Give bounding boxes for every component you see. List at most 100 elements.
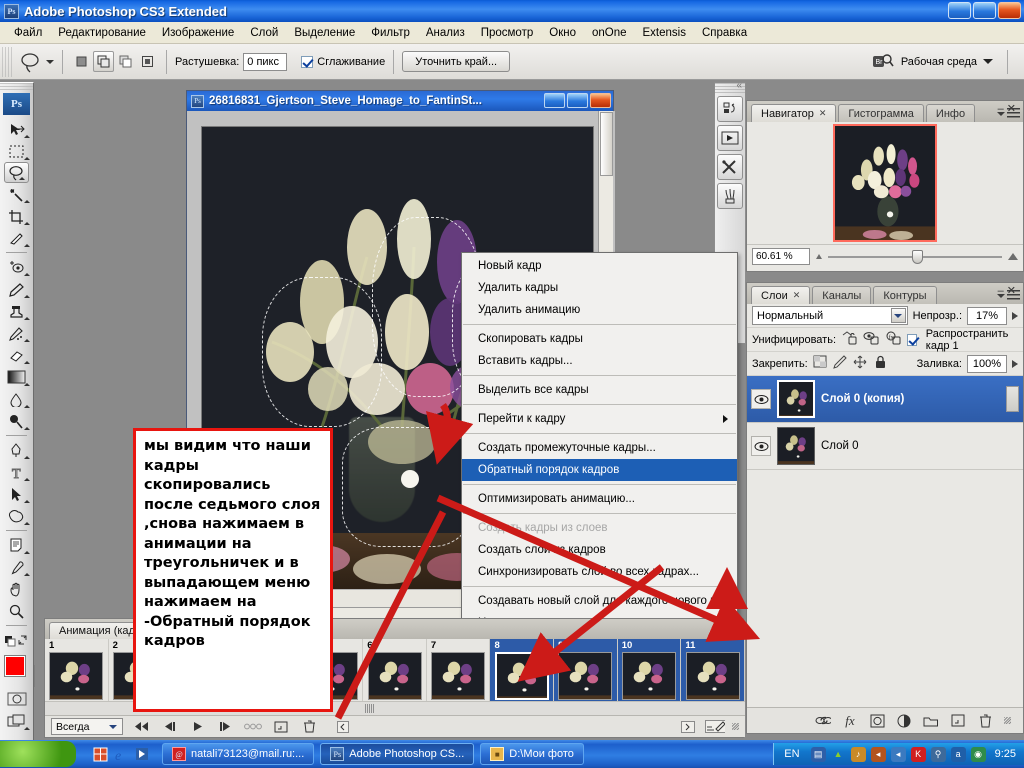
- screen-mode-icon[interactable]: [0, 710, 33, 732]
- menu-onone[interactable]: onOne: [584, 25, 635, 41]
- tab-paths[interactable]: Контуры: [873, 286, 937, 304]
- lock-all-icon[interactable]: [873, 355, 888, 372]
- move-tool[interactable]: [0, 118, 33, 140]
- volume-mixer-icon[interactable]: ♪: [850, 746, 866, 762]
- frame-thumbnail[interactable]: [685, 652, 740, 700]
- lock-transparency-icon[interactable]: [813, 355, 828, 372]
- document-close-button[interactable]: [590, 93, 611, 108]
- play-action-icon[interactable]: [717, 125, 743, 151]
- media-player-icon[interactable]: [134, 746, 150, 762]
- feather-input[interactable]: 0 пикс: [243, 52, 288, 71]
- internet-explorer-icon[interactable]: e: [113, 746, 129, 762]
- start-button[interactable]: [0, 741, 76, 767]
- menu-item-flatten-frames-into-layers[interactable]: Создать слои из кадров: [462, 539, 737, 561]
- workspace-label[interactable]: Рабочая среда: [901, 56, 977, 68]
- close-button[interactable]: [998, 2, 1021, 19]
- navigator-zoom-input[interactable]: 60.61 %: [752, 248, 810, 265]
- close-icon[interactable]: ✕: [819, 108, 827, 119]
- clock[interactable]: 9:25: [995, 748, 1016, 760]
- layer-style-icon[interactable]: fx: [842, 713, 858, 729]
- opacity-input[interactable]: 17%: [967, 306, 1007, 325]
- healing-brush-tool[interactable]: [0, 256, 33, 278]
- layer-row-1[interactable]: Слой 0: [747, 423, 1023, 470]
- marquee-tool[interactable]: [0, 140, 33, 162]
- current-tool-preview[interactable]: [18, 50, 54, 74]
- workspace-chevron-down-icon[interactable]: [983, 59, 993, 64]
- navigator-thumbnail[interactable]: [833, 124, 937, 242]
- propagate-checkbox[interactable]: [907, 333, 917, 346]
- tool-presets-icon[interactable]: [717, 154, 743, 180]
- menu-view[interactable]: Просмотр: [473, 25, 542, 41]
- menu-item-optimize-animation[interactable]: Оптимизировать анимацию...: [462, 488, 737, 510]
- lock-image-icon[interactable]: [832, 355, 848, 372]
- menu-extensis[interactable]: Extensis: [635, 25, 694, 41]
- opacity-slider-arrow-icon[interactable]: [1012, 311, 1018, 320]
- layer-name[interactable]: Слой 0: [821, 440, 859, 452]
- brush-tool[interactable]: [0, 278, 33, 300]
- quick-mask-icon[interactable]: [0, 688, 33, 710]
- resize-grip[interactable]: [1004, 717, 1011, 724]
- new-selection-button[interactable]: [71, 51, 92, 72]
- frame-thumbnail[interactable]: [49, 652, 104, 700]
- options-bar-grip[interactable]: [2, 46, 12, 77]
- eraser-tool[interactable]: [0, 344, 33, 366]
- minimize-button[interactable]: [948, 2, 971, 19]
- slider-knob[interactable]: [911, 249, 923, 264]
- crop-tool[interactable]: [0, 205, 33, 227]
- color-swatches[interactable]: [0, 654, 34, 688]
- path-selection-tool[interactable]: [0, 483, 33, 505]
- shape-tool[interactable]: [0, 505, 33, 527]
- menu-item-create-new-layer-for-each-frame[interactable]: Создавать новый слой для каждого нового …: [462, 590, 741, 612]
- first-frame-button[interactable]: [131, 719, 151, 735]
- frame-thumbnail[interactable]: [431, 652, 486, 700]
- add-to-selection-button[interactable]: [93, 51, 114, 72]
- frame-thumbnail[interactable]: [558, 652, 613, 700]
- default-colors-swap[interactable]: [0, 629, 33, 651]
- tab-histogram[interactable]: Гистограмма: [838, 104, 924, 122]
- menu-layer[interactable]: Слой: [242, 25, 286, 41]
- clone-stamp-tool[interactable]: [0, 300, 33, 322]
- menu-item-new-frame[interactable]: Новый кадр: [462, 255, 737, 277]
- scrollbar-thumb[interactable]: [600, 112, 613, 176]
- layers-panel-menu-button[interactable]: [997, 290, 1020, 302]
- lock-position-icon[interactable]: [853, 355, 868, 372]
- kaspersky-icon[interactable]: K: [910, 746, 926, 762]
- convert-timeline-button[interactable]: [705, 719, 725, 735]
- zoom-tool[interactable]: [0, 600, 33, 622]
- layer-name[interactable]: Слой 0 (копия): [821, 393, 904, 405]
- frame-thumbnail[interactable]: [493, 651, 550, 701]
- play-button[interactable]: [187, 719, 207, 735]
- document-maximize-button[interactable]: [567, 93, 588, 108]
- menu-file[interactable]: Файл: [6, 25, 50, 41]
- type-tool[interactable]: T: [0, 461, 33, 483]
- tween-button[interactable]: [243, 719, 263, 735]
- frame-thumbnail[interactable]: [622, 652, 677, 700]
- sound-icon[interactable]: ◂: [890, 746, 906, 762]
- menu-edit[interactable]: Редактирование: [50, 25, 154, 41]
- delete-layer-icon[interactable]: [977, 713, 993, 729]
- unify-position-icon[interactable]: [841, 330, 858, 349]
- fill-input[interactable]: 100%: [967, 354, 1007, 373]
- layer-mask-icon[interactable]: [869, 713, 885, 729]
- shield-icon[interactable]: ◉: [970, 746, 986, 762]
- chevron-down-icon[interactable]: [890, 308, 906, 323]
- menu-window[interactable]: Окно: [541, 25, 584, 41]
- menu-item-copy-frames[interactable]: Скопировать кадры: [462, 328, 737, 350]
- document-minimize-button[interactable]: [544, 93, 565, 108]
- toolbox-grip[interactable]: [0, 83, 33, 92]
- magic-wand-tool[interactable]: [0, 183, 33, 205]
- dodge-tool[interactable]: [0, 410, 33, 432]
- navigator-thumbnail-area[interactable]: [747, 122, 1023, 244]
- menu-item-reverse-frames[interactable]: Обратный порядок кадров: [462, 459, 737, 481]
- tab-channels[interactable]: Каналы: [812, 286, 872, 304]
- taskbar-photoshop-button[interactable]: Ps Adobe Photoshop CS...: [320, 743, 475, 765]
- show-desktop-icon[interactable]: [92, 746, 108, 762]
- menu-item-go-to-frame[interactable]: Перейти к кадру: [462, 408, 737, 430]
- history-actions-icon[interactable]: [717, 96, 743, 122]
- delete-frame-button[interactable]: [299, 719, 319, 735]
- expand-right-button[interactable]: [678, 719, 698, 735]
- menu-item-paste-frames[interactable]: Вставить кадры...: [462, 350, 737, 372]
- adjustment-layer-icon[interactable]: [896, 713, 912, 729]
- layer-thumbnail[interactable]: [777, 380, 815, 418]
- history-brush-tool[interactable]: [0, 322, 33, 344]
